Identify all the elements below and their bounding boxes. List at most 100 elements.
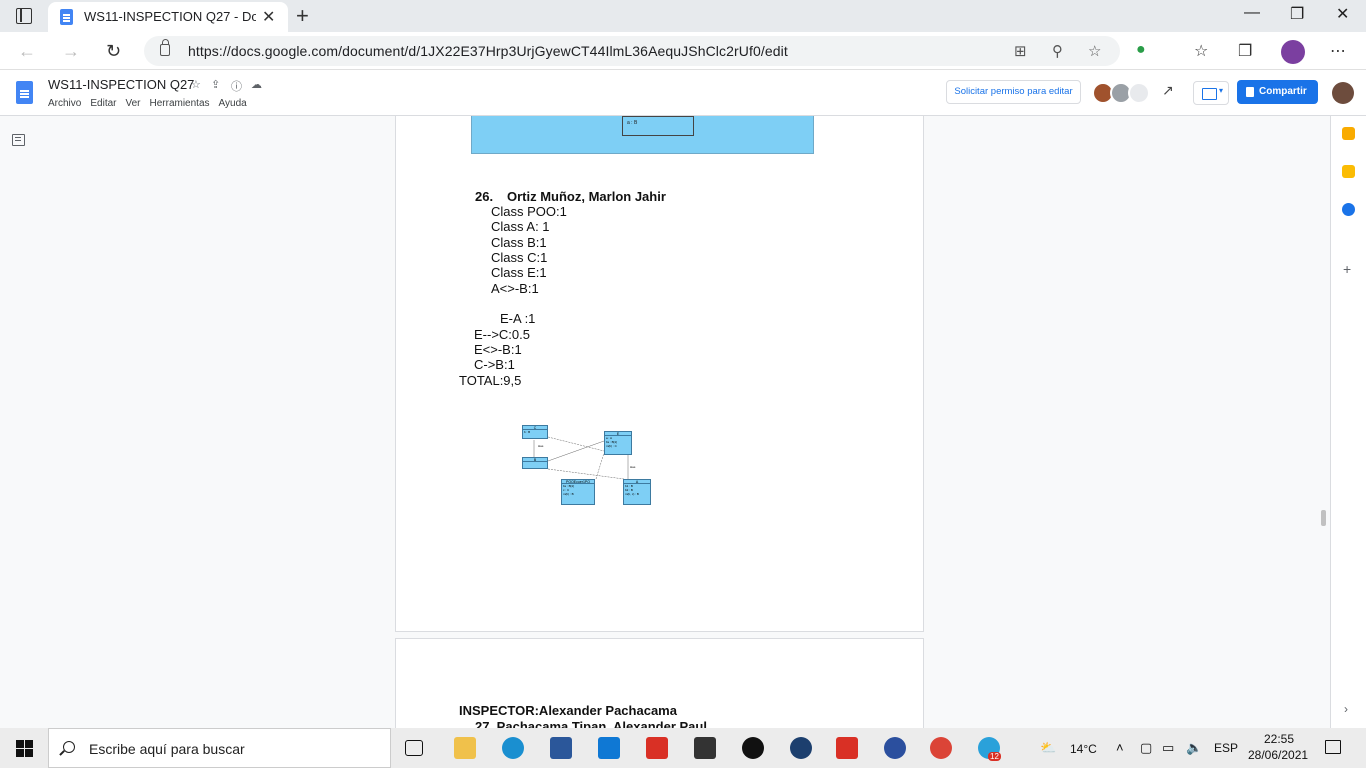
evernote-extension-icon[interactable]: ● <box>1136 41 1146 59</box>
start-button[interactable] <box>16 740 33 757</box>
list-number: 26. <box>475 189 494 204</box>
docs-header: WS11-INSPECTION Q27 ☆ ⇪ ⓘ ☁ Archivo Edit… <box>0 70 1366 116</box>
word-icon[interactable] <box>550 737 572 759</box>
collections-icon[interactable]: ❐ <box>1238 41 1252 61</box>
uml-class-a: A b1 : B b2 : B m(b, c) : B <box>623 479 651 505</box>
docs-menu-bar: Archivo Editar Ver Herramientas Ayuda <box>48 98 247 109</box>
maximize-button[interactable]: ❐ <box>1290 4 1304 24</box>
next-student-heading: 27. Pachacama Tipan, Alexander Paul <box>475 719 707 728</box>
move-icon[interactable]: ⇪ <box>211 78 220 91</box>
mail-icon[interactable] <box>598 737 620 759</box>
notifications-icon[interactable] <box>1325 740 1341 754</box>
score-line: Class B:1 <box>491 235 547 250</box>
taskbar-search[interactable]: Escribe aquí para buscar <box>48 728 391 768</box>
acrobat-icon[interactable] <box>646 737 668 759</box>
app-available-icon[interactable]: ⊞ <box>1014 42 1027 60</box>
info-icon[interactable]: ⓘ <box>231 78 242 94</box>
close-window-button[interactable]: ✕ <box>1336 4 1349 24</box>
search-icon <box>63 741 75 753</box>
uml-association-label: Has <box>538 444 544 448</box>
get-addons-icon[interactable]: + <box>1343 261 1351 277</box>
meet-now-icon[interactable]: ▢ <box>1140 740 1152 756</box>
store-icon[interactable] <box>694 737 716 759</box>
menu-editar[interactable]: Editar <box>90 98 116 109</box>
active-tab[interactable]: WS11-INSPECTION Q27 - Docum ✕ <box>48 2 288 32</box>
app-icon[interactable] <box>836 737 858 759</box>
cloud-status-icon[interactable]: ☁ <box>251 78 262 91</box>
menu-ver[interactable]: Ver <box>125 98 140 109</box>
score-line: C->B:1 <box>474 357 515 372</box>
menu-herramientas[interactable]: Herramientas <box>150 98 210 109</box>
zoom-icon[interactable]: ⚲ <box>1052 42 1063 60</box>
document-canvas: a : B 26. Ortiz Muñoz, Marlon Jahir Clas… <box>0 116 1330 728</box>
more-collaborators-icon[interactable] <box>1128 82 1150 104</box>
app-icon[interactable] <box>884 737 906 759</box>
input-language[interactable]: ESP <box>1214 741 1238 755</box>
document-page: a : B 26. Ortiz Muñoz, Marlon Jahir Clas… <box>395 116 924 632</box>
chrome-icon[interactable] <box>930 737 952 759</box>
uml-class-b: B <box>522 457 548 469</box>
tab-actions-icon[interactable] <box>16 8 32 24</box>
volume-icon[interactable]: 🔈 <box>1186 740 1202 756</box>
new-tab-button[interactable]: + <box>296 3 309 29</box>
edge-icon[interactable] <box>502 737 524 759</box>
reload-button[interactable]: ↻ <box>106 41 121 62</box>
score-line: A<>-B:1 <box>491 281 539 296</box>
app-icon[interactable] <box>742 737 764 759</box>
tab-title: WS11-INSPECTION Q27 - Docum <box>84 9 256 24</box>
search-placeholder[interactable]: Escribe aquí para buscar <box>89 741 245 757</box>
tab-close-icon[interactable]: ✕ <box>262 7 275 27</box>
request-edit-button[interactable]: Solicitar permiso para editar <box>946 80 1081 104</box>
uml-class-c: C b : B <box>522 425 548 439</box>
keep-icon[interactable] <box>1342 165 1355 178</box>
telegram-badge: 12 <box>988 752 1001 761</box>
url-bar[interactable]: https://docs.google.com/document/d/1JX22… <box>144 36 1120 66</box>
back-button[interactable]: ← <box>18 41 36 62</box>
menu-archivo[interactable]: Archivo <box>48 98 81 109</box>
clock-date[interactable]: 28/06/2021 <box>1248 748 1308 762</box>
menu-ayuda[interactable]: Ayuda <box>219 98 247 109</box>
show-hidden-icons-icon[interactable]: ˄ <box>1116 740 1124 755</box>
minimize-button[interactable]: — <box>1244 4 1260 22</box>
show-side-panel-icon[interactable]: › <box>1344 702 1348 716</box>
score-line: E-A :1 <box>500 311 536 326</box>
task-view-icon[interactable] <box>405 740 423 756</box>
temperature[interactable]: 14°C <box>1070 742 1097 756</box>
calendar-icon[interactable] <box>1342 127 1355 140</box>
lock-icon[interactable] <box>160 39 170 56</box>
activity-dashboard-icon[interactable]: ↗ <box>1162 82 1174 99</box>
document-page: INSPECTOR:Alexander Pachacama 27. Pachac… <box>395 638 924 728</box>
account-avatar[interactable] <box>1332 82 1354 104</box>
document-outline-icon[interactable] <box>12 134 25 146</box>
uml-class-poo: POOEcuer1PO bs : B[1] c : C m(b) : B <box>561 479 595 505</box>
file-explorer-icon[interactable] <box>454 737 476 759</box>
favorites-icon[interactable]: ☆ <box>1194 41 1208 61</box>
score-line: E<>-B:1 <box>474 342 522 357</box>
star-icon[interactable]: ☆ <box>191 78 201 91</box>
uml-class-box: a : B <box>622 116 694 136</box>
score-line: E-->C:0.5 <box>474 327 530 342</box>
vertical-scrollbar[interactable] <box>1321 510 1326 526</box>
share-button[interactable]: Compartir <box>1237 80 1318 104</box>
windows-taskbar: Escribe aquí para buscar 12 ⛅ 14°C ˄ ▢ ▭… <box>0 728 1366 768</box>
clock-time[interactable]: 22:55 <box>1264 732 1294 746</box>
uml-attribute: a : B <box>627 120 638 126</box>
score-line: Class E:1 <box>491 265 547 280</box>
forward-button[interactable]: → <box>62 41 80 62</box>
tasks-icon[interactable] <box>1342 203 1355 216</box>
browser-profile-avatar[interactable] <box>1281 40 1305 64</box>
side-panel: + › <box>1330 116 1366 728</box>
audio-app-icon[interactable] <box>790 737 812 759</box>
network-icon[interactable]: ▭ <box>1162 740 1174 756</box>
add-favorite-icon[interactable]: ☆ <box>1088 42 1101 60</box>
score-line: Class C:1 <box>491 250 548 265</box>
weather-icon[interactable]: ⛅ <box>1040 740 1056 756</box>
settings-more-icon[interactable]: ⋯ <box>1330 41 1346 61</box>
score-line: Class A: 1 <box>491 219 550 234</box>
uml-association-label: Has <box>630 465 636 469</box>
document-title[interactable]: WS11-INSPECTION Q27 <box>48 77 194 92</box>
uml-class-e: E a : A bs : B[1] m(b) : C <box>604 431 632 455</box>
docs-home-icon[interactable] <box>16 81 33 104</box>
present-button[interactable] <box>1193 81 1229 105</box>
url-text[interactable]: https://docs.google.com/document/d/1JX22… <box>188 43 788 59</box>
